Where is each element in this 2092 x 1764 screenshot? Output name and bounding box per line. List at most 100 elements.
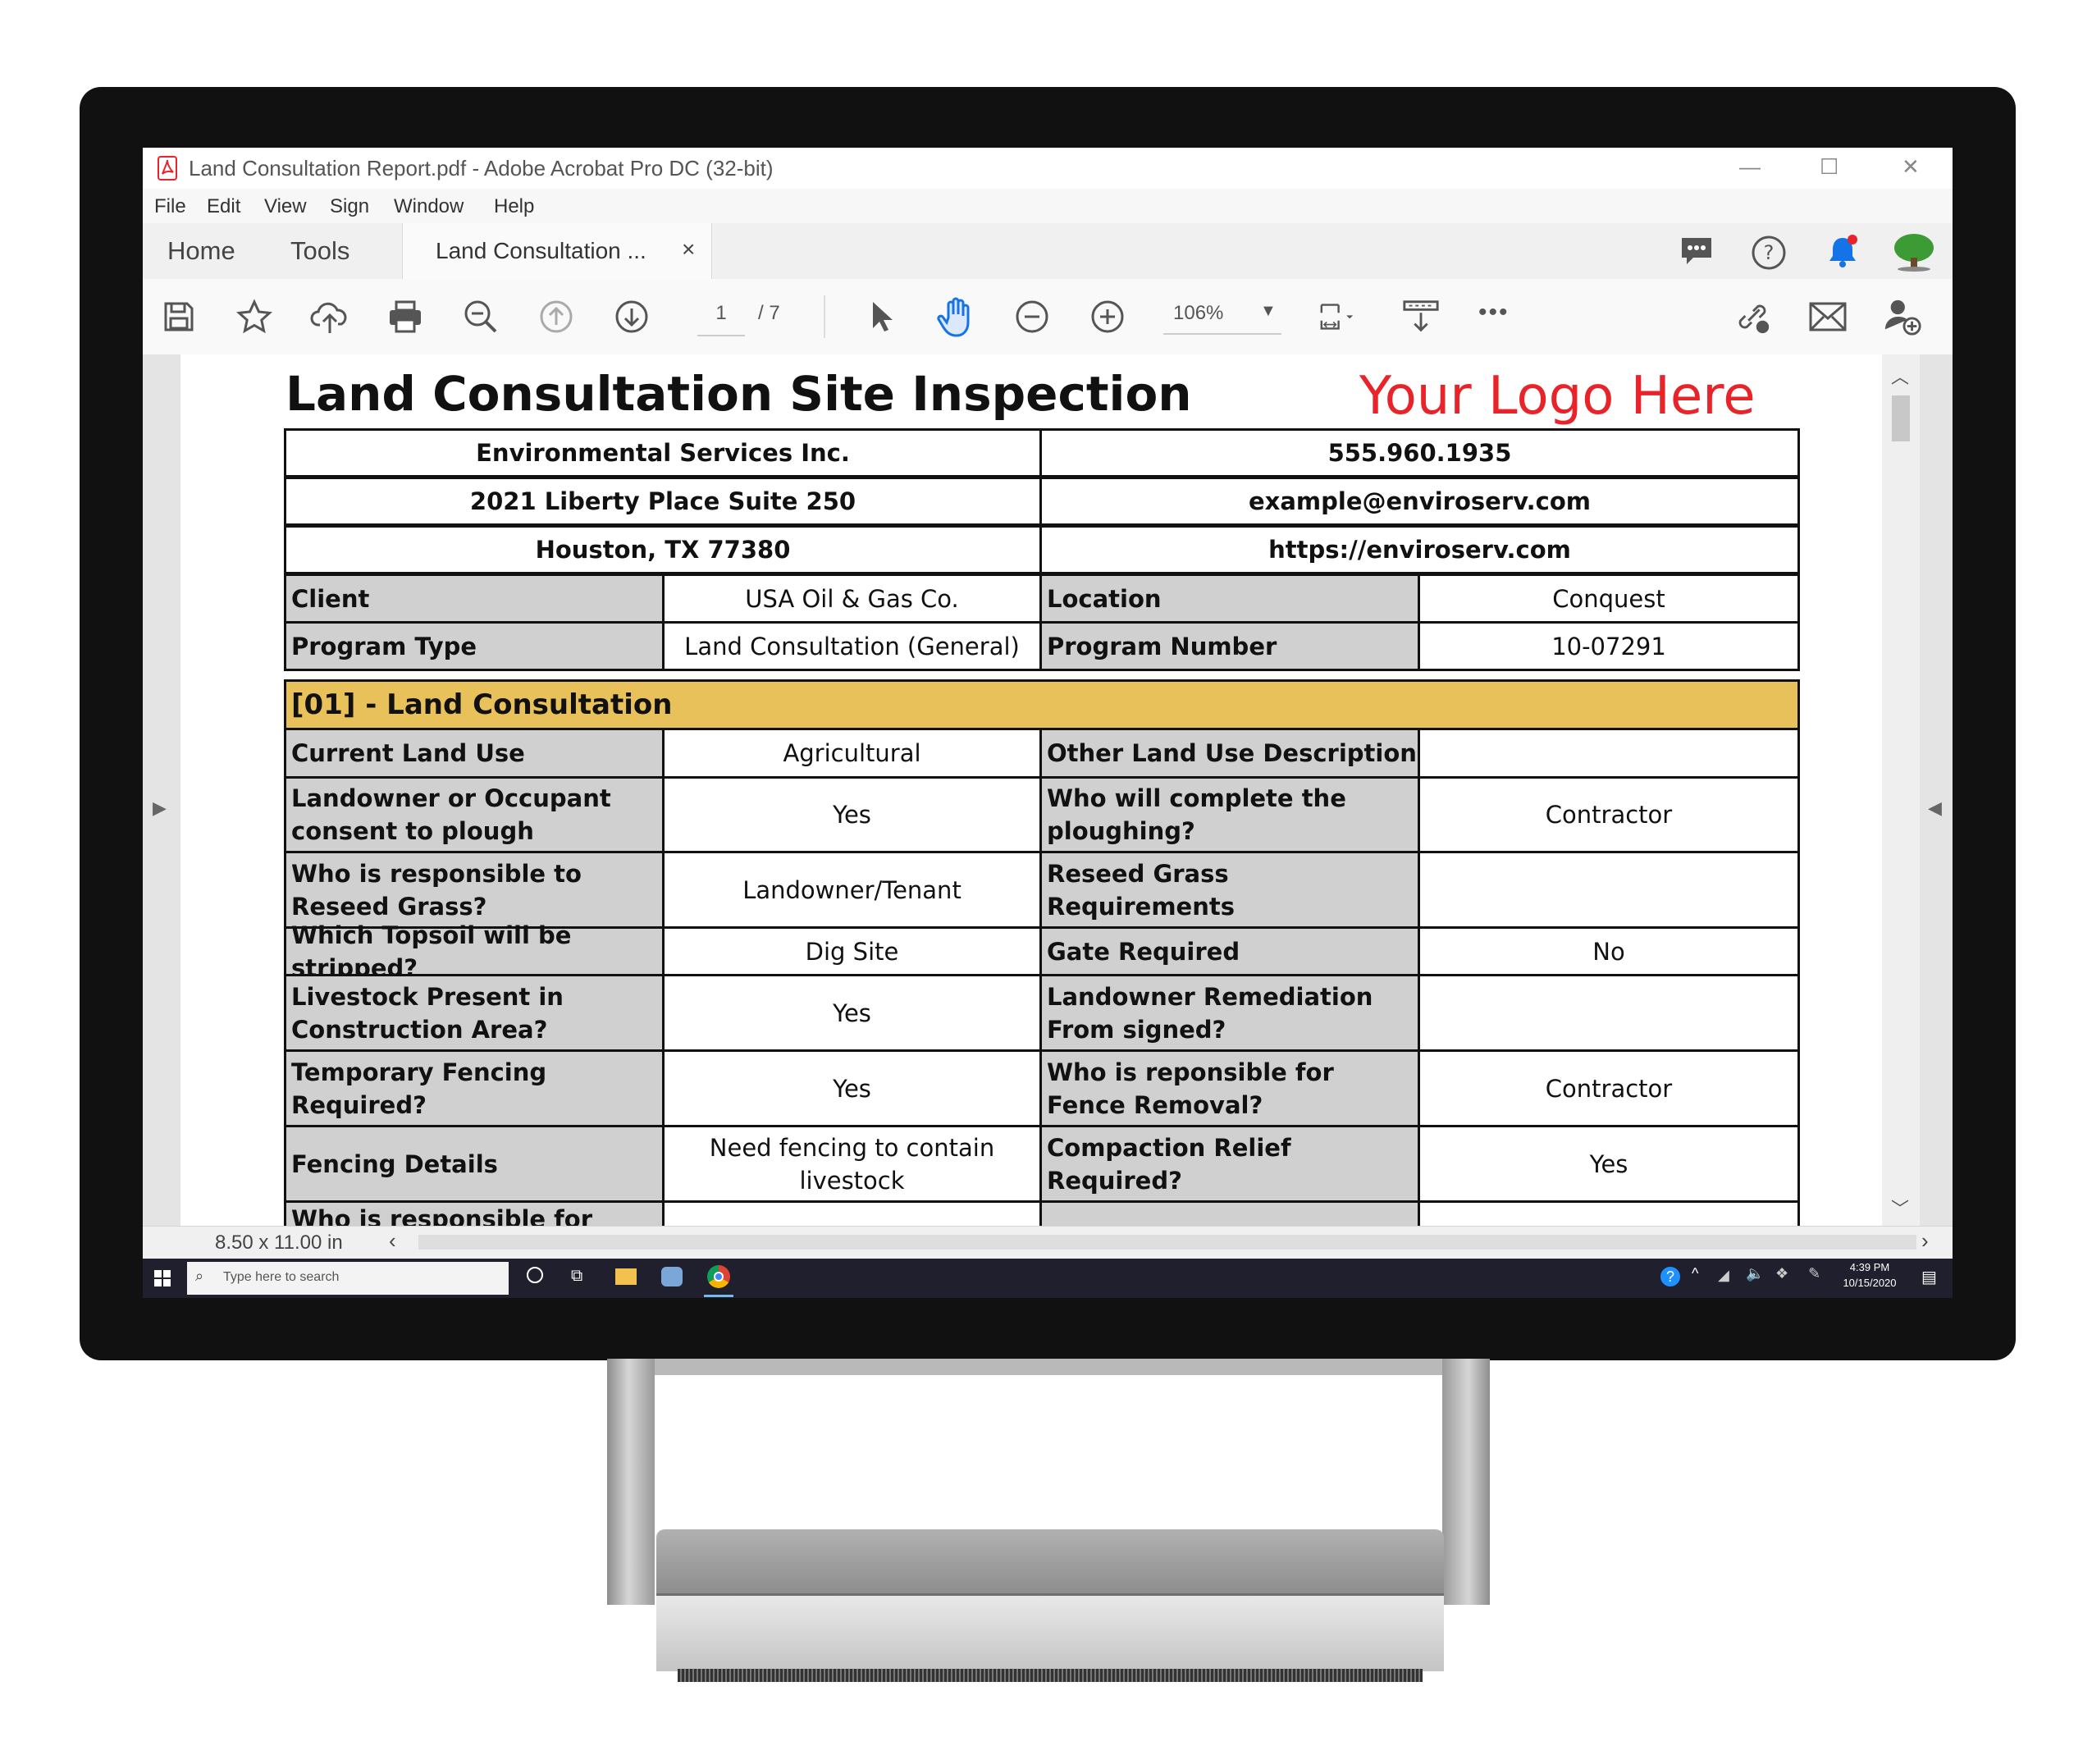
row-value bbox=[1418, 974, 1800, 1052]
user-avatar[interactable] bbox=[1892, 231, 1936, 276]
previous-page-icon[interactable] bbox=[537, 297, 576, 336]
add-user-icon[interactable] bbox=[1884, 297, 1923, 336]
comment-icon[interactable] bbox=[1679, 235, 1715, 272]
share-link-icon[interactable] bbox=[1733, 297, 1772, 336]
taskbar: ⌕ Type here to search ⧉ ? ^ ◢ 🔈 ❖ ✎ 4:39… bbox=[143, 1259, 1953, 1298]
menu-sign[interactable]: Sign bbox=[330, 195, 369, 218]
row-value: Yes bbox=[662, 974, 1042, 1052]
cortana-icon[interactable] bbox=[527, 1267, 543, 1283]
task-view-icon[interactable]: ⧉ bbox=[571, 1267, 582, 1286]
right-panel-toggle-icon[interactable]: ◀ bbox=[1928, 797, 1942, 819]
scrollbar-thumb[interactable] bbox=[1892, 395, 1910, 441]
scroll-up-icon[interactable]: ︿ bbox=[1891, 363, 1909, 389]
close-window-button[interactable]: ✕ bbox=[1902, 154, 1920, 180]
vertical-scrollbar[interactable]: ︿ ﹀ bbox=[1882, 354, 1920, 1226]
email-icon[interactable] bbox=[1808, 297, 1848, 336]
row-label: Who is reponsible for Fence Removal? bbox=[1039, 1049, 1420, 1127]
zoom-in-icon[interactable] bbox=[1088, 297, 1127, 336]
zoom-out-icon[interactable] bbox=[1012, 297, 1052, 336]
tab-home[interactable]: Home bbox=[167, 236, 235, 266]
active-app-indicator bbox=[704, 1295, 733, 1297]
volume-icon[interactable]: 🔈 bbox=[1746, 1265, 1764, 1282]
logo-placeholder: Your Logo Here bbox=[1359, 366, 1756, 427]
menu-edit[interactable]: Edit bbox=[207, 195, 240, 218]
save-icon[interactable] bbox=[159, 297, 199, 336]
network-icon[interactable]: ◢ bbox=[1718, 1267, 1729, 1284]
scroll-down-icon[interactable]: ﹀ bbox=[1891, 1195, 1909, 1221]
row-label: Other Land Use Description bbox=[1039, 728, 1420, 779]
taskbar-search-placeholder: Type here to search bbox=[223, 1270, 340, 1284]
taskbar-search[interactable]: ⌕ Type here to search bbox=[187, 1262, 509, 1295]
zoom-select[interactable]: 106% ▼ bbox=[1163, 297, 1281, 335]
tab-tools[interactable]: Tools bbox=[290, 236, 349, 266]
page-total: / 7 bbox=[758, 302, 780, 324]
notification-bell-icon[interactable] bbox=[1825, 233, 1861, 275]
scroll-left-icon[interactable]: ‹ bbox=[389, 1228, 396, 1254]
stand-arm-left bbox=[607, 1359, 655, 1605]
row-value: Dig Site bbox=[662, 926, 1042, 976]
row-label: Gate Required bbox=[1039, 926, 1420, 976]
row-value: Agricultural bbox=[662, 728, 1042, 779]
row-value: Landowner/Tenant bbox=[662, 851, 1042, 929]
row-value: No bbox=[1418, 926, 1800, 976]
company-name: Environmental Services Inc. bbox=[284, 428, 1042, 478]
row-label bbox=[1039, 1200, 1420, 1226]
clock-time: 4:39 PM bbox=[1849, 1261, 1890, 1273]
scroll-mode-icon[interactable] bbox=[1401, 297, 1441, 336]
menu-window[interactable]: Window bbox=[394, 195, 464, 218]
company-website: https://enviroserv.com bbox=[1039, 525, 1800, 574]
report-title: Land Consultation Site Inspection bbox=[285, 366, 1192, 422]
more-tools-icon[interactable]: ••• bbox=[1478, 299, 1510, 327]
menu-view[interactable]: View bbox=[264, 195, 307, 218]
menu-help[interactable]: Help bbox=[494, 195, 534, 218]
app-icon[interactable] bbox=[661, 1267, 683, 1286]
horizontal-scrollbar[interactable] bbox=[418, 1235, 1916, 1250]
zoom-search-icon[interactable] bbox=[461, 297, 500, 336]
action-center-icon[interactable]: ▤ bbox=[1921, 1267, 1937, 1287]
page-number-input[interactable]: 1 bbox=[697, 302, 745, 336]
menu-file[interactable]: File bbox=[154, 195, 186, 218]
dropbox-icon[interactable]: ❖ bbox=[1775, 1265, 1788, 1282]
select-cursor-icon[interactable] bbox=[861, 297, 901, 336]
clock-date: 10/15/2020 bbox=[1843, 1277, 1897, 1289]
row-label: Livestock Present in Construction Area? bbox=[284, 974, 665, 1052]
help-tray-icon[interactable]: ? bbox=[1660, 1267, 1680, 1286]
bookmark-star-icon[interactable] bbox=[235, 297, 274, 336]
toolbar-divider bbox=[824, 295, 825, 338]
toolbar: 1 / 7 106% ▼ ••• bbox=[143, 279, 1953, 355]
scroll-right-icon[interactable]: › bbox=[1921, 1228, 1929, 1254]
windows-start-icon[interactable] bbox=[154, 1270, 171, 1291]
location-value: Conquest bbox=[1418, 574, 1800, 624]
left-panel-toggle-icon[interactable]: ▶ bbox=[153, 797, 167, 819]
pen-icon[interactable]: ✎ bbox=[1808, 1265, 1820, 1282]
help-icon[interactable]: ? bbox=[1751, 235, 1787, 275]
tray-chevron-icon[interactable]: ^ bbox=[1692, 1265, 1698, 1282]
location-label: Location bbox=[1039, 574, 1420, 624]
row-label: Who is responsible for bbox=[284, 1200, 665, 1226]
row-value bbox=[1418, 728, 1800, 779]
client-label: Client bbox=[284, 574, 665, 624]
maximize-button[interactable]: ☐ bbox=[1820, 154, 1838, 180]
hand-tool-icon[interactable] bbox=[937, 297, 976, 337]
program-number-value: 10-07291 bbox=[1418, 621, 1800, 671]
file-explorer-icon[interactable] bbox=[615, 1268, 637, 1285]
tab-document[interactable]: Land Consultation ... × bbox=[402, 223, 712, 280]
company-city: Houston, TX 77380 bbox=[284, 525, 1042, 574]
fit-page-icon[interactable] bbox=[1318, 297, 1357, 336]
screen: Land Consultation Report.pdf - Adobe Acr… bbox=[143, 148, 1953, 1298]
row-label: Fencing Details bbox=[284, 1125, 665, 1203]
next-page-icon[interactable] bbox=[612, 297, 651, 336]
row-value: Contractor bbox=[1418, 776, 1800, 853]
row-label: Which Topsoil will be stripped? bbox=[284, 921, 665, 982]
upload-cloud-icon[interactable] bbox=[310, 297, 349, 336]
print-icon[interactable] bbox=[386, 297, 425, 336]
minimize-button[interactable]: — bbox=[1739, 154, 1761, 180]
close-tab-icon[interactable]: × bbox=[682, 236, 695, 263]
window-title: Land Consultation Report.pdf - Adobe Acr… bbox=[189, 156, 774, 181]
title-bar: Land Consultation Report.pdf - Adobe Acr… bbox=[143, 148, 1953, 189]
tab-document-label: Land Consultation ... bbox=[436, 238, 646, 263]
row-label: Who is responsible to Reseed Grass? bbox=[284, 851, 665, 929]
search-icon: ⌕ bbox=[195, 1268, 204, 1284]
chrome-icon[interactable] bbox=[707, 1265, 730, 1288]
svg-text:?: ? bbox=[1764, 241, 1775, 264]
